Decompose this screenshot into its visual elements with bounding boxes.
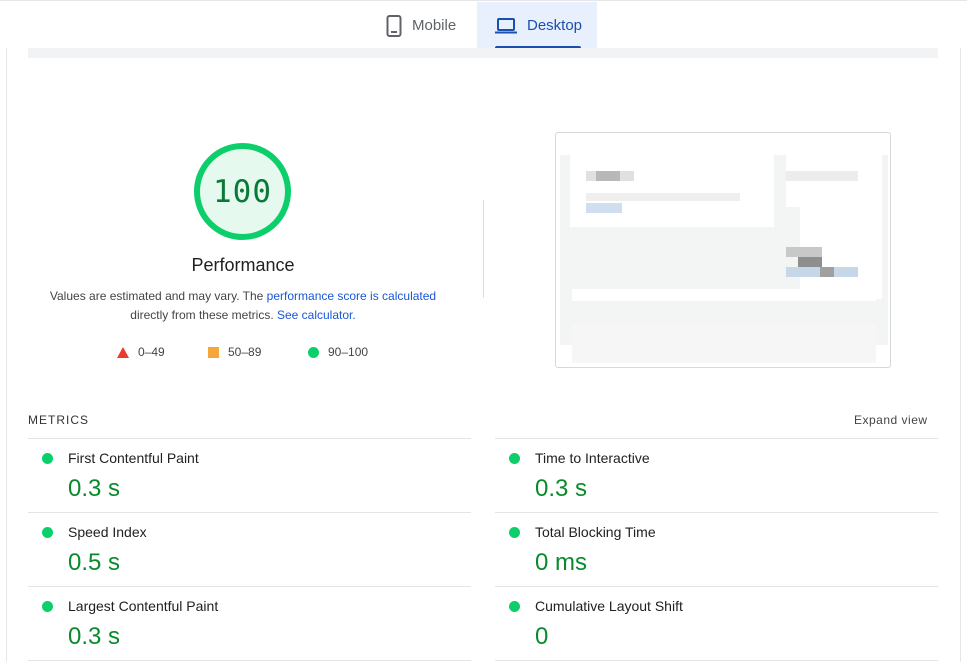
metric-total-blocking-time: Total Blocking Time 0 ms <box>495 513 935 586</box>
metric-divider <box>28 660 471 661</box>
legend-fail-label: 0–49 <box>138 345 165 359</box>
frame-border-left <box>6 48 7 662</box>
frame-border-right <box>960 48 961 662</box>
legend-fail: 0–49 <box>117 345 165 359</box>
tab-desktop-label: Desktop <box>527 17 583 34</box>
metric-first-contentful-paint: First Contentful Paint 0.3 s <box>28 439 468 512</box>
metric-name: First Contentful Paint <box>68 450 199 466</box>
metric-value: 0.3 s <box>68 623 121 650</box>
legend-pass-label: 90–100 <box>328 345 369 359</box>
vertical-divider <box>483 200 484 298</box>
metric-value: 0.3 s <box>535 475 588 502</box>
pass-circle-icon <box>509 453 520 464</box>
metric-name: Total Blocking Time <box>535 524 656 540</box>
pass-circle-icon <box>509 601 520 612</box>
metric-name: Cumulative Layout Shift <box>535 598 683 614</box>
metric-value: 0.5 s <box>68 549 121 576</box>
expand-view-button[interactable]: Expand view <box>854 413 928 427</box>
metrics-section-label: METRICS <box>28 413 89 427</box>
legend-pass: 90–100 <box>308 345 368 359</box>
metric-value: 0 ms <box>535 549 588 576</box>
tab-mobile[interactable]: Mobile <box>386 2 476 49</box>
metric-speed-index: Speed Index 0.5 s <box>28 513 468 586</box>
metric-divider <box>495 660 938 661</box>
performance-title: Performance <box>191 255 295 275</box>
pass-circle-icon <box>509 527 520 538</box>
square-icon <box>208 346 219 358</box>
pass-circle-icon <box>42 601 53 612</box>
top-strip <box>28 48 938 58</box>
metric-largest-contentful-paint: Largest Contentful Paint 0.3 s <box>28 587 468 660</box>
circle-icon <box>308 346 319 358</box>
metric-name: Time to Interactive <box>535 450 650 466</box>
metric-cumulative-layout-shift: Cumulative Layout Shift 0 <box>495 587 935 660</box>
pass-circle-icon <box>42 527 53 538</box>
device-tabs: Mobile Desktop <box>0 0 967 49</box>
performance-score: 100 <box>213 173 272 210</box>
tab-mobile-label: Mobile <box>412 17 457 34</box>
metric-name: Speed Index <box>68 524 147 540</box>
tab-desktop[interactable]: Desktop <box>477 2 597 49</box>
metric-name: Largest Contentful Paint <box>68 598 219 614</box>
laptop-icon <box>495 17 517 34</box>
metric-value: 0 <box>535 623 549 650</box>
legend-average-label: 50–89 <box>228 345 262 359</box>
triangle-icon <box>117 346 129 358</box>
legend-average: 50–89 <box>208 345 261 359</box>
page-screenshot <box>555 132 891 368</box>
desc-text-1: Values are estimated and may vary. The <box>49 289 267 303</box>
metric-value: 0.3 s <box>68 475 121 502</box>
performance-gauge: 100 <box>194 143 291 240</box>
metric-time-to-interactive: Time to Interactive 0.3 s <box>495 439 935 512</box>
pass-circle-icon <box>42 453 53 464</box>
score-calculated-link[interactable]: performance score is calculated <box>267 289 436 303</box>
phone-icon <box>386 14 402 37</box>
desc-text-2: directly from these metrics. <box>130 308 277 322</box>
performance-description: Values are estimated and may vary. The p… <box>38 287 448 325</box>
see-calculator-link[interactable]: See calculator. <box>277 308 356 322</box>
